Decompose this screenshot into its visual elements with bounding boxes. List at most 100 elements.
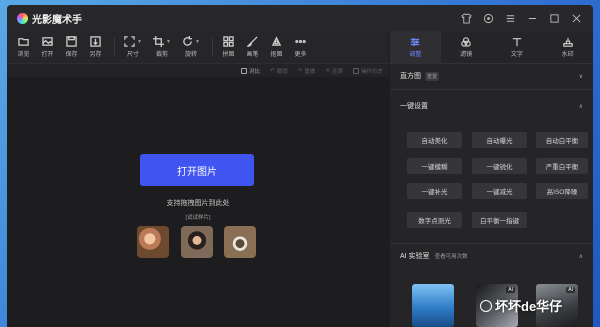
image-canvas[interactable]: 打开图片 支持拖拽图片到此处 [试试样片] <box>7 77 389 327</box>
toolbar-divider <box>212 38 213 56</box>
wechat-icon <box>480 299 492 312</box>
restore-button[interactable]: ⟲ 还原 <box>325 67 343 75</box>
tab-filter-label: 滤镜 <box>460 51 473 58</box>
ai-badge: AI <box>566 287 575 293</box>
maximize-icon[interactable] <box>543 7 565 29</box>
tshirt-icon[interactable] <box>455 7 477 29</box>
one-click-reduce-light-button[interactable]: 一键减光 <box>472 183 527 199</box>
drop-hint: 支持拖拽图片到此处 <box>166 200 230 207</box>
cutout-icon <box>271 36 282 46</box>
one-click-blur-button[interactable]: 一键模糊 <box>407 158 462 174</box>
history-icon <box>352 67 359 74</box>
tab-adjust[interactable]: 调整 <box>390 31 441 63</box>
filter-icon <box>461 36 471 47</box>
ai-lab-title: AI 实验室 <box>400 253 430 260</box>
auto-beautify-button[interactable]: 自动美化 <box>407 132 462 148</box>
save-as-button[interactable]: 另存 <box>85 36 106 58</box>
ai-badge: AI <box>506 287 515 293</box>
title-bar: 光影魔术手 <box>7 5 593 31</box>
divider <box>390 63 593 64</box>
one-click-title: 一键设置 <box>400 103 428 110</box>
save-button[interactable]: 保存 <box>61 36 82 58</box>
save-icon <box>66 36 77 47</box>
resize-icon <box>124 36 135 47</box>
collage-label: 拼图 <box>222 52 235 58</box>
menu-icon[interactable] <box>499 7 521 29</box>
watermark-text: 坏坏de华仔 <box>495 299 563 314</box>
histogram-reset-badge[interactable]: 重置 <box>425 71 440 81</box>
open-image-button[interactable]: 打开图片 <box>140 154 254 186</box>
rotate-label: 旋转 <box>184 52 197 58</box>
one-click-section-header[interactable]: 一键设置 ∧ <box>390 99 593 113</box>
tab-text-label: 文字 <box>510 51 523 58</box>
rotate-icon <box>183 36 193 46</box>
tab-watermark[interactable]: 水印 <box>542 31 593 63</box>
more-label: 更多 <box>294 52 307 58</box>
adjust-icon <box>411 37 420 46</box>
undo-label: 撤销 <box>276 68 288 75</box>
watermark-icon <box>562 37 573 47</box>
ai-lab-section-header[interactable]: AI 实验室 查看可用次数 ∧ <box>390 249 593 263</box>
crop-button[interactable]: ▼ 裁剪 <box>149 36 175 58</box>
collage-icon <box>223 36 234 47</box>
divider <box>390 89 593 90</box>
rotate-button[interactable]: ▼ 旋转 <box>178 36 204 58</box>
strict-white-balance-button[interactable]: 严重白平衡 <box>536 158 588 174</box>
browse-label: 浏览 <box>17 52 30 58</box>
window-controls <box>455 5 587 31</box>
resize-label: 尺寸 <box>126 52 139 58</box>
crop-icon <box>153 36 165 47</box>
tab-text[interactable]: 文字 <box>492 31 543 63</box>
edit-history-strip: 对比 ↶ 撤销 ↷ 重做 ⟲ 还原 操作历史 <box>7 63 389 77</box>
chevron-down-icon: ▼ <box>137 38 142 45</box>
brush-label: 画笔 <box>246 52 259 58</box>
white-balance-picker-button[interactable]: 白平衡一指键 <box>472 212 527 228</box>
tab-adjust-label: 调整 <box>409 51 422 58</box>
sample-thumbnail[interactable] <box>181 226 213 258</box>
sample-thumbnail[interactable] <box>224 226 256 258</box>
sample-thumbnail[interactable] <box>137 226 169 258</box>
more-icon <box>295 39 306 44</box>
minimize-icon[interactable] <box>521 7 543 29</box>
spot-metering-button[interactable]: 数字点测光 <box>407 212 462 228</box>
brush-icon <box>247 36 258 47</box>
panel-tabs: 调整 滤镜 文字 水印 <box>390 31 593 63</box>
auto-white-balance-button[interactable]: 自动白平衡 <box>536 132 588 148</box>
overlay-watermark: 坏坏de华仔 <box>480 296 562 315</box>
chevron-up-icon: ∧ <box>578 103 583 110</box>
histogram-section-header[interactable]: 直方图 重置 ∨ <box>390 69 593 83</box>
ai-feature-thumbnail[interactable] <box>412 284 454 327</box>
resize-button[interactable]: ▼ 尺寸 <box>120 36 146 58</box>
toolbar-divider <box>114 38 115 56</box>
brush-button[interactable]: 画笔 <box>242 36 263 58</box>
one-click-sharpen-button[interactable]: 一键锐化 <box>472 158 527 174</box>
more-button[interactable]: 更多 <box>290 36 311 58</box>
ai-lab-usage-link[interactable]: 查看可用次数 <box>435 252 468 260</box>
app-logo-icon <box>17 12 28 24</box>
chevron-down-icon: ▼ <box>195 38 200 45</box>
compare-button[interactable]: 对比 <box>241 67 260 75</box>
right-panel: 调整 滤镜 文字 水印 直方图 重置 ∨ 一键设置 ∧ 自动美化 自动曝光 自动… <box>390 31 593 327</box>
restore-icon: ⟲ <box>325 67 330 74</box>
histogram-title: 直方图 <box>400 73 421 80</box>
auto-exposure-button[interactable]: 自动曝光 <box>472 132 527 148</box>
open-button[interactable]: 打开 <box>37 36 58 58</box>
trial-samples-link[interactable]: [试试样片] <box>7 213 389 221</box>
high-iso-denoise-button[interactable]: 高ISO降噪 <box>536 183 588 199</box>
open-image-icon <box>42 37 53 46</box>
collage-button[interactable]: 拼图 <box>218 36 239 58</box>
cutout-button[interactable]: 抠图 <box>266 36 287 58</box>
settings-icon[interactable] <box>477 7 499 29</box>
browse-button[interactable]: 浏览 <box>13 36 34 58</box>
chevron-down-icon: ▼ <box>166 38 171 45</box>
save-label: 保存 <box>65 52 78 58</box>
one-click-fill-light-button[interactable]: 一键补光 <box>407 183 462 199</box>
undo-button[interactable]: ↶ 撤销 <box>270 67 288 75</box>
tab-filter[interactable]: 滤镜 <box>441 31 492 63</box>
history-button[interactable]: 操作历史 <box>352 67 383 75</box>
restore-label: 还原 <box>331 68 343 75</box>
close-icon[interactable] <box>565 7 587 29</box>
app-title: 光影魔术手 <box>32 14 82 26</box>
chevron-up-icon: ∧ <box>578 253 583 260</box>
redo-button[interactable]: ↷ 重做 <box>298 67 316 75</box>
